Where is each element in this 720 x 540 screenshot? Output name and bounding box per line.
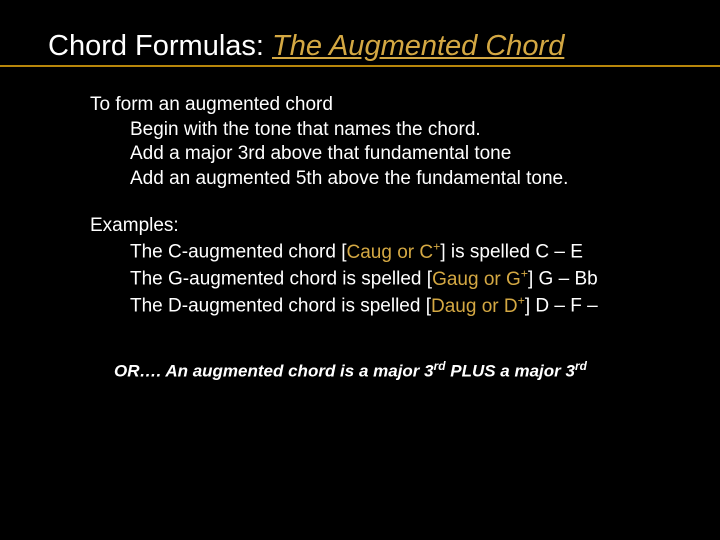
- footnote-text: OR…. An augmented chord is a major 3: [114, 362, 434, 381]
- slide-body: To form an augmented chord Begin with th…: [0, 67, 720, 383]
- chord-symbol: Daug or D+: [431, 296, 525, 317]
- title-main: The Augmented Chord: [272, 30, 564, 62]
- example-line: The G-augmented chord is spelled [Gaug o…: [90, 265, 720, 292]
- chord-symbol-text: Caug or C: [347, 242, 434, 263]
- chord-symbol-text: Gaug or G: [432, 269, 521, 290]
- example-text: ] D – F –: [525, 296, 598, 317]
- chord-symbol: Caug or C+: [347, 242, 441, 263]
- slide-title: Chord Formulas: The Augmented Chord: [0, 30, 720, 67]
- chord-symbol: Gaug or G+: [432, 269, 528, 290]
- example-text: The C-augmented chord [: [130, 242, 347, 263]
- example-text: The D-augmented chord is spelled [: [130, 296, 431, 317]
- chord-symbol-sup: +: [518, 293, 525, 307]
- title-prefix: Chord Formulas:: [48, 30, 272, 62]
- example-line: The D-augmented chord is spelled [Daug o…: [90, 292, 720, 319]
- example-line: The C-augmented chord [Caug or C+] is sp…: [90, 238, 720, 265]
- examples-heading: Examples:: [90, 214, 720, 239]
- ordinal: rd: [434, 359, 446, 373]
- slide: Chord Formulas: The Augmented Chord To f…: [0, 0, 720, 540]
- footnote-text: PLUS a major 3: [446, 362, 575, 381]
- example-text: ] G – Bb: [528, 269, 598, 290]
- ordinal: rd: [575, 359, 587, 373]
- example-text: ] is spelled C – E: [440, 242, 583, 263]
- chord-symbol-text: Daug or D: [431, 296, 518, 317]
- example-text: The G-augmented chord is spelled [: [130, 269, 432, 290]
- intro-step: Add a major 3rd above that fundamental t…: [90, 142, 720, 167]
- examples-block: Examples: The C-augmented chord [Caug or…: [90, 214, 720, 320]
- footnote: OR…. An augmented chord is a major 3rd P…: [90, 359, 720, 383]
- intro-line: To form an augmented chord: [90, 93, 720, 118]
- intro-step: Add an augmented 5th above the fundament…: [90, 167, 720, 192]
- intro-block: To form an augmented chord Begin with th…: [90, 93, 720, 192]
- intro-step: Begin with the tone that names the chord…: [90, 118, 720, 143]
- chord-symbol-sup: +: [521, 266, 528, 280]
